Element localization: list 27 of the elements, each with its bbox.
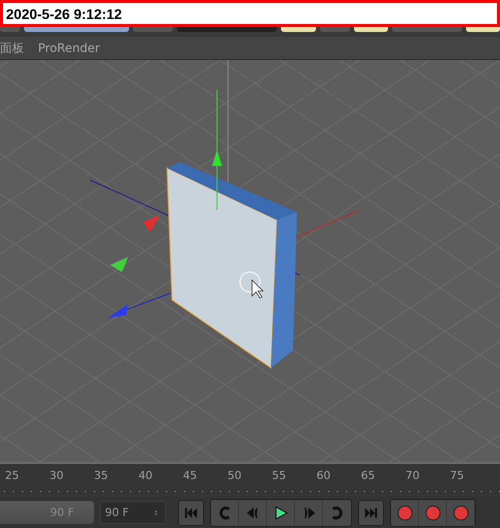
record-icon <box>396 504 412 520</box>
record-icon <box>452 504 468 520</box>
frame-input-field[interactable]: 90 F <box>100 501 166 524</box>
frame-number: 40 <box>138 468 154 482</box>
toolbar-button[interactable] <box>281 27 316 32</box>
record-icon <box>424 504 440 520</box>
first-frame-button[interactable] <box>178 500 204 526</box>
frame-slider[interactable]: 90 F <box>0 501 94 524</box>
frame-number: 45 <box>183 468 198 482</box>
frame-number: 70 <box>406 468 420 482</box>
frame-number: 35 <box>94 468 109 482</box>
play-icon <box>272 504 288 520</box>
frame-number: 65 <box>361 468 376 482</box>
last-frame-button[interactable] <box>358 500 384 526</box>
frame-number: 30 <box>50 468 64 482</box>
frame-number: 25 <box>5 468 20 482</box>
menu-item[interactable]: ProRender <box>38 41 100 55</box>
frame-number: 75 <box>450 468 465 482</box>
frame-number: 55 <box>272 468 287 482</box>
toolbar-button[interactable] <box>354 27 388 32</box>
frame-number: 50 <box>228 468 242 482</box>
timestamp: 2020-5-26 9:12:12 <box>0 0 500 27</box>
step-back-icon <box>244 504 260 520</box>
toolbar-button[interactable] <box>0 27 20 32</box>
toolbar-button[interactable] <box>466 27 500 32</box>
frame-number: 60 <box>316 468 332 482</box>
menu-item[interactable]: 面板 <box>0 40 24 56</box>
